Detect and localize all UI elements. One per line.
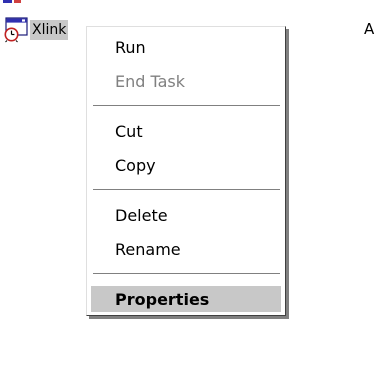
menu-separator (93, 189, 280, 191)
column-header: A (364, 20, 375, 38)
menu-item-run[interactable]: Run (115, 34, 146, 60)
task-row-xlink[interactable]: Xlink (3, 17, 69, 43)
menu-separator (93, 273, 280, 275)
menu-separator (93, 105, 280, 107)
menu-item-cut[interactable]: Cut (115, 118, 143, 144)
window-clock-icon (3, 17, 29, 43)
menu-item-end-task[interactable]: End Task (115, 68, 185, 94)
context-menu: Run End Task Cut Copy Delete Rename Prop… (86, 26, 286, 316)
menu-item-rename[interactable]: Rename (115, 236, 181, 262)
menu-item-delete[interactable]: Delete (115, 202, 168, 228)
partial-icon-sliver (3, 0, 25, 4)
task-label[interactable]: Xlink (30, 20, 69, 40)
menu-item-copy[interactable]: Copy (115, 152, 156, 178)
menu-item-properties[interactable]: Properties (91, 286, 281, 312)
